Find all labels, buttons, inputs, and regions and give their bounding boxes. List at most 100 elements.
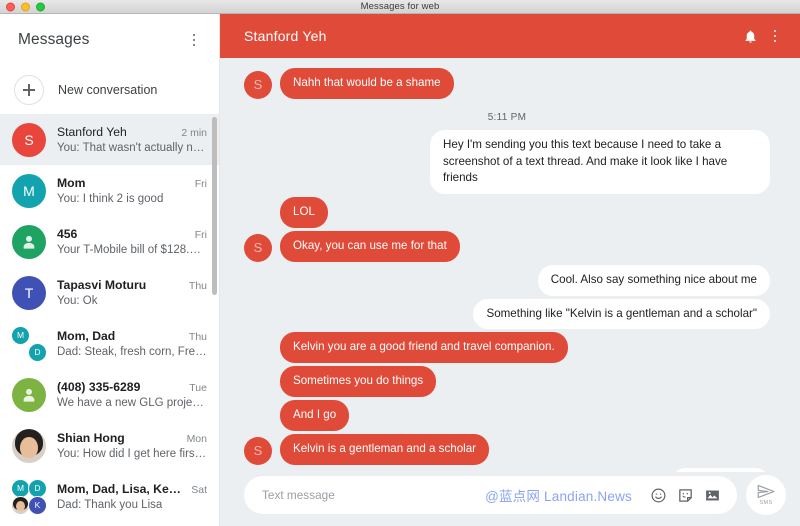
conversation-avatar — [12, 428, 46, 463]
conversation-snippet: Dad: Thank you Lisa — [57, 499, 163, 511]
message-input[interactable] — [262, 488, 486, 502]
avatar: M — [12, 173, 46, 208]
conversation-time: Thu — [188, 331, 207, 343]
emoji-icon[interactable] — [647, 484, 669, 506]
message-row: Cool. Also say something nice about me — [244, 264, 770, 296]
conversation-item[interactable]: S Stanford Yeh 2 min You: That wasn't actua… — [0, 114, 219, 165]
sidebar-header: Messages — [0, 14, 219, 66]
conversation-avatar — [12, 224, 46, 259]
conversation-item[interactable]: M D K Mom, Dad, Lisa, Kenny Sat Dad: Thank yo… — [0, 471, 219, 522]
send-icon — [757, 484, 775, 499]
conversation-name: Mom — [57, 176, 86, 190]
incoming-message-bubble[interactable]: Sometimes you do things — [280, 366, 437, 397]
conversation-text: Mom, Dad Thu Dad: Steak, fresh corn, Frenc… — [57, 329, 207, 358]
more-vert-icon[interactable] — [183, 29, 205, 51]
conversation-item[interactable]: JJefferson LaiJun 15You: 😫 — [0, 522, 219, 526]
avatar-spacer — [244, 403, 272, 431]
message-row: And I go — [244, 399, 770, 431]
group-avatar: MDK — [11, 478, 47, 515]
conversation-name: Tapasvi Moturu — [57, 278, 147, 292]
conversation-time: Tue — [189, 382, 207, 394]
conversation-item[interactable]: 456 Fri Your T-Mobile bill of $128.00… — [0, 216, 219, 267]
composer[interactable]: @蓝点网 Landian.News — [244, 476, 737, 514]
conversation-name: Mom, Dad — [57, 329, 116, 343]
window-traffic-lights — [6, 2, 45, 11]
message-row: Sometimes you do things — [244, 366, 770, 397]
incoming-message-bubble[interactable]: Kelvin is a gentleman and a scholar — [280, 433, 490, 465]
conversation-snippet: We have a new GLG project … — [57, 397, 207, 409]
conversation-avatar: S — [12, 122, 46, 157]
conversation-time: Sat — [191, 484, 207, 496]
incoming-message-bubble[interactable]: Nahh that would be a shame — [280, 68, 454, 99]
conversation-text: (408) 335-6289 Tue We have a new GLG proje… — [57, 380, 207, 409]
incoming-message-bubble[interactable]: Okay, you can use me for that — [280, 230, 460, 262]
person-icon — [12, 224, 46, 259]
conversation-avatar: M — [12, 173, 46, 208]
message-timestamp: 5:11 PM — [487, 111, 527, 123]
avatar-spacer — [244, 200, 272, 228]
bell-icon[interactable] — [736, 22, 764, 50]
close-button[interactable] — [6, 2, 15, 11]
conversation-item[interactable]: M Mom Fri You: I think 2 is good — [0, 165, 219, 216]
outgoing-message-bubble[interactable]: Hey I'm sending you this text because I … — [430, 129, 770, 195]
conversation-list[interactable]: S Stanford Yeh 2 min You: That wasn't actua… — [0, 114, 219, 526]
image-icon[interactable] — [701, 484, 723, 506]
conversation-snippet: You: I think 2 is good — [57, 193, 164, 205]
new-conversation-button[interactable]: New conversation — [0, 66, 219, 114]
sender-avatar: S — [244, 70, 272, 99]
sender-avatar: S — [244, 233, 272, 262]
sidebar-scrollbar[interactable] — [212, 117, 217, 295]
conversation-time: Mon — [186, 433, 207, 445]
conversation-name: Shian Hong — [57, 431, 125, 445]
maximize-button[interactable] — [36, 2, 45, 11]
watermark-text: @蓝点网 Landian.News — [485, 489, 632, 504]
messages-for-web-window: Messages for web Messages New conversati… — [0, 0, 800, 526]
person-icon — [12, 377, 46, 412]
sticker-icon[interactable] — [674, 484, 696, 506]
incoming-message-bubble[interactable]: LOL — [280, 197, 328, 228]
conversation-avatar: T — [12, 275, 46, 310]
conversation-item[interactable]: Shian Hong Mon You: How did I get here fir… — [0, 420, 219, 471]
composer-bar: @蓝点网 Landian.News — [220, 472, 800, 526]
conversation-text: Mom, Dad, Lisa, Kenny Sat Dad: Thank you L… — [57, 482, 207, 511]
send-button[interactable]: SMS — [746, 475, 786, 515]
thread-contact-name: Stanford Yeh — [244, 28, 327, 44]
conversation-text: Stanford Yeh 2 min You: That wasn't actual… — [57, 125, 207, 154]
avatar: D — [28, 342, 47, 362]
window-title: Messages for web — [360, 0, 440, 12]
conversation-name: Stanford Yeh — [57, 125, 127, 139]
conversation-text: Mom Fri You: I think 2 is good — [57, 176, 207, 205]
message-row: Something like "Kelvin is a gentleman an… — [244, 298, 770, 330]
conversation-snippet: Dad: Steak, fresh corn, Frenc… — [57, 346, 207, 358]
plus-icon — [14, 75, 44, 105]
sender-avatar: S — [244, 436, 272, 465]
message-list: S Nahh that would be a shame 5:11 PM Hey I'… — [220, 58, 800, 472]
new-conversation-label: New conversation — [58, 83, 158, 97]
window-titlebar: Messages for web — [0, 0, 800, 14]
thread-header: Stanford Yeh — [220, 14, 800, 58]
conversation-item[interactable]: (408) 335-6289 Tue We have a new GLG proje… — [0, 369, 219, 420]
group-avatar: MD — [11, 325, 47, 362]
message-row: LOL — [244, 197, 770, 228]
outgoing-message-bubble[interactable]: Something like "Kelvin is a gentleman an… — [473, 298, 770, 330]
conversation-snippet: Your T-Mobile bill of $128.00… — [57, 244, 207, 256]
avatar-spacer — [244, 335, 272, 363]
thread-pane: Stanford Yeh S Nahh that would be a shame… — [220, 14, 800, 526]
conversation-item[interactable]: M D Mom, Dad Thu Dad: Steak, fresh corn, Fre… — [0, 318, 219, 369]
app-body: Messages New conversation S Stanford Yeh 2… — [0, 14, 800, 526]
conversation-avatar: MDK — [11, 478, 47, 515]
avatar: T — [12, 275, 46, 310]
conversation-name: 456 — [57, 227, 78, 241]
incoming-message-bubble[interactable]: And I go — [280, 399, 350, 431]
conversation-time: 2 min — [181, 127, 207, 139]
avatar: M — [11, 325, 30, 345]
minimize-button[interactable] — [21, 2, 30, 11]
avatar: K — [28, 495, 47, 515]
thread-more-vert-icon[interactable] — [764, 25, 786, 47]
conversation-name: (408) 335-6289 — [57, 380, 141, 394]
outgoing-message-bubble[interactable]: Cool. Also say something nice about me — [537, 264, 770, 296]
conversation-item[interactable]: T Tapasvi Moturu Thu You: Ok — [0, 267, 219, 318]
incoming-message-bubble[interactable]: Kelvin you are a good friend and travel … — [280, 332, 568, 364]
conversation-text: Shian Hong Mon You: How did I get here fir… — [57, 431, 207, 460]
avatar: D — [28, 478, 47, 498]
